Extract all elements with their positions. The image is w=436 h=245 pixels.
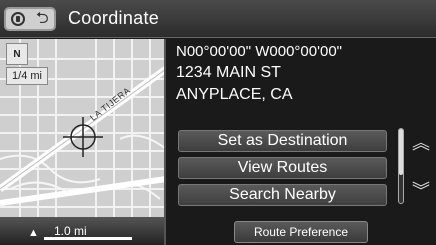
page-title: Coordinate xyxy=(68,8,160,28)
set-destination-button[interactable]: Set as Destination xyxy=(178,130,387,152)
double-chevron-down-icon[interactable]: ︾ xyxy=(412,182,430,200)
scrollbar[interactable] xyxy=(398,128,404,204)
route-preference-button[interactable]: Route Preference xyxy=(234,221,368,243)
map-scale-label: 1.0 mi xyxy=(54,224,87,238)
menu-back-button[interactable]: ⮌ xyxy=(4,7,56,31)
header-bar: ⮌ Coordinate xyxy=(0,0,436,38)
street-address: 1234 MAIN ST xyxy=(176,64,281,81)
north-up-icon[interactable]: N xyxy=(6,43,28,65)
coordinates-text: N00°00'00" W000°00'00" xyxy=(176,43,342,60)
scrollbar-thumb[interactable] xyxy=(399,129,403,175)
double-chevron-up-icon[interactable]: ︽ xyxy=(412,134,430,152)
back-icon: ⮌ xyxy=(35,10,49,27)
compass-icon: ▲ xyxy=(28,227,39,239)
map-scale-indicator: 1/4 mi xyxy=(6,67,48,85)
map-view[interactable]: N 1/4 mi LA TIJERA ▲ 1.0 mi xyxy=(0,39,166,245)
menu-icon xyxy=(11,12,26,26)
city-state: ANYPLACE, CA xyxy=(176,86,293,103)
search-nearby-button[interactable]: Search Nearby xyxy=(178,184,387,206)
map-bottom-bar: ▲ 1.0 mi xyxy=(0,217,164,245)
view-routes-button[interactable]: View Routes xyxy=(178,157,387,179)
